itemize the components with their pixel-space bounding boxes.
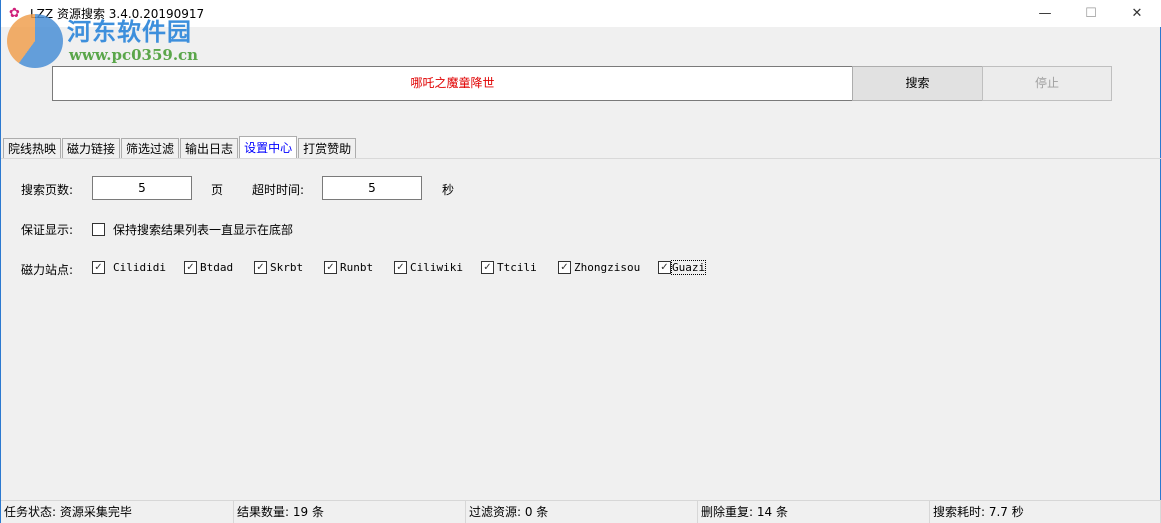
maximize-button[interactable]: ☐ [1068,0,1114,27]
tab-now-showing[interactable]: 院线热映 [3,138,62,159]
site-checkbox-zhongzisou[interactable]: ✓ Zhongzisou [558,261,640,274]
sites-label: 磁力站点: [21,263,74,277]
site-label: Ttcili [497,261,537,274]
watermark-url: www.pc0359.cn [69,46,199,64]
tab-filter[interactable]: 筛选过滤 [121,138,180,159]
site-label: Skrbt [270,261,304,274]
status-elapsed-time: 搜索耗时: 7.7 秒 [930,501,1161,523]
checkbox-checked-icon[interactable]: ✓ [324,261,337,274]
site-label: Cilididi [113,261,166,274]
status-duplicates-removed: 删除重复: 14 条 [698,501,930,523]
tab-panel-border [1,158,1161,159]
site-label: Ciliwiki [410,261,463,274]
search-button[interactable]: 搜索 [852,66,983,101]
search-input[interactable]: 哪吒之魔童降世 [52,66,853,101]
checkbox-checked-icon[interactable]: ✓ [92,261,105,274]
checkbox-checked-icon[interactable]: ✓ [394,261,407,274]
keep-results-label: 保持搜索结果列表一直显示在底部 [113,223,294,237]
status-bar: 任务状态: 资源采集完毕 结果数量: 19 条 过滤资源: 0 条 删除重复: … [1,500,1161,523]
tab-donate[interactable]: 打赏赞助 [298,138,357,159]
tab-settings[interactable]: 设置中心 [239,136,298,159]
site-checkbox-guazi[interactable]: ✓ Guazi [658,260,707,275]
site-checkbox-ttcili[interactable]: ✓ Ttcili [481,261,537,274]
pages-input[interactable]: 5 [92,176,192,200]
app-icon: ✿ [9,6,20,21]
site-label: Btdad [200,261,234,274]
checkbox-box[interactable] [92,223,105,236]
status-result-count: 结果数量: 19 条 [234,501,466,523]
pages-label: 搜索页数: [21,183,74,197]
site-label: Runbt [340,261,374,274]
timeout-label: 超时时间: [252,183,305,197]
tab-bar: 院线热映 磁力链接 筛选过滤 输出日志 设置中心 打赏赞助 [3,136,357,159]
checkbox-checked-icon[interactable]: ✓ [481,261,494,274]
site-checkbox-btdad[interactable]: ✓ Btdad [184,261,233,274]
timeout-input[interactable]: 5 [322,176,422,200]
checkbox-checked-icon[interactable]: ✓ [558,261,571,274]
display-label: 保证显示: [21,223,74,237]
site-checkbox-runbt[interactable]: ✓ Runbt [324,261,373,274]
checkbox-checked-icon[interactable]: ✓ [184,261,197,274]
status-task: 任务状态: 资源采集完毕 [1,501,234,523]
site-label: Guazi [670,260,707,275]
site-checkbox-skrbt[interactable]: ✓ Skrbt [254,261,303,274]
timeout-unit: 秒 [442,183,455,197]
status-filtered: 过滤资源: 0 条 [466,501,698,523]
checkbox-checked-icon[interactable]: ✓ [658,261,671,274]
stop-button[interactable]: 停止 [982,66,1112,101]
tab-magnet-links[interactable]: 磁力链接 [62,138,121,159]
window-title: LZZ 资源搜索 3.4.0.20190917 [30,7,205,21]
site-checkbox-cilididi[interactable]: ✓ Cilididi [92,261,166,274]
checkbox-checked-icon[interactable]: ✓ [254,261,267,274]
site-checkbox-ciliwiki[interactable]: ✓ Ciliwiki [394,261,463,274]
site-label: Zhongzisou [574,261,641,274]
close-button[interactable]: ✕ [1114,0,1160,27]
minimize-button[interactable]: — [1022,0,1068,27]
tab-output-log[interactable]: 输出日志 [180,138,239,159]
keep-results-checkbox[interactable]: 保持搜索结果列表一直显示在底部 [92,221,293,238]
pages-unit: 页 [211,183,224,197]
title-bar: ✿ LZZ 资源搜索 3.4.0.20190917 — ☐ ✕ [1,0,1161,27]
